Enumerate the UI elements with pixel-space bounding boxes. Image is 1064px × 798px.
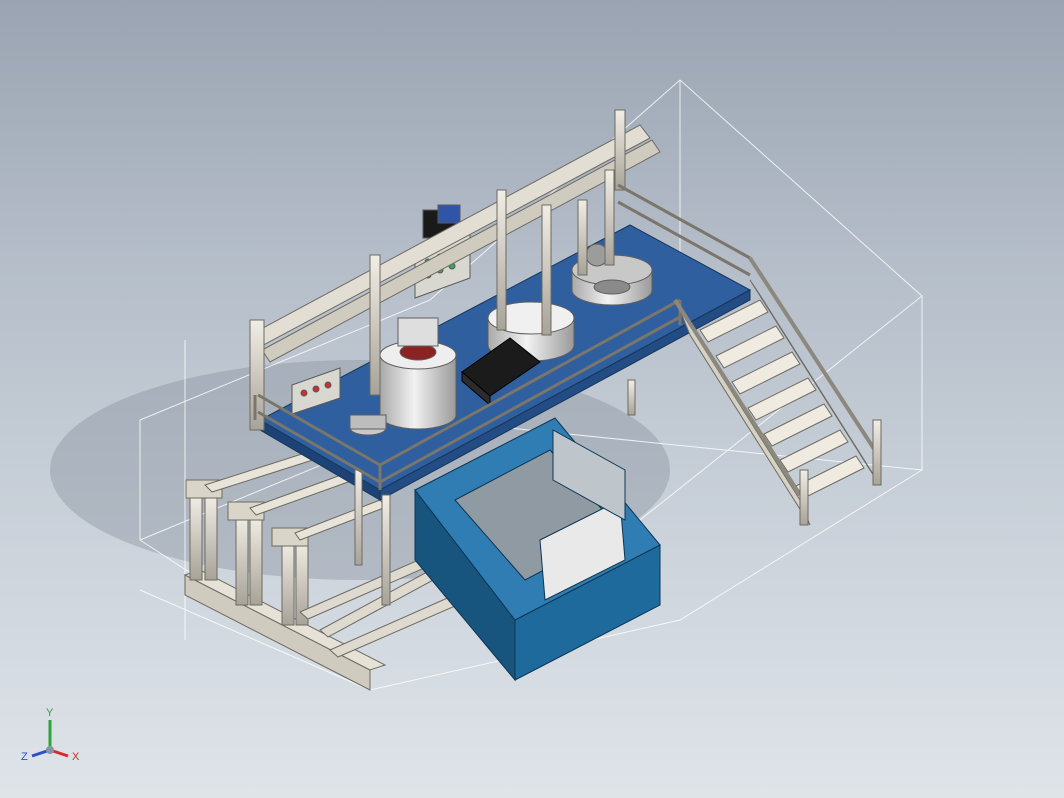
triad-origin [46, 746, 54, 754]
graphics-viewport[interactable]: Y Z X [0, 0, 1064, 798]
z-axis-label: Z [21, 751, 28, 763]
x-axis-label: X [72, 751, 80, 763]
view-orientation-triad[interactable]: Y Z X [18, 700, 90, 772]
cad-model-scene[interactable] [0, 0, 1064, 798]
y-axis-label: Y [46, 707, 54, 719]
